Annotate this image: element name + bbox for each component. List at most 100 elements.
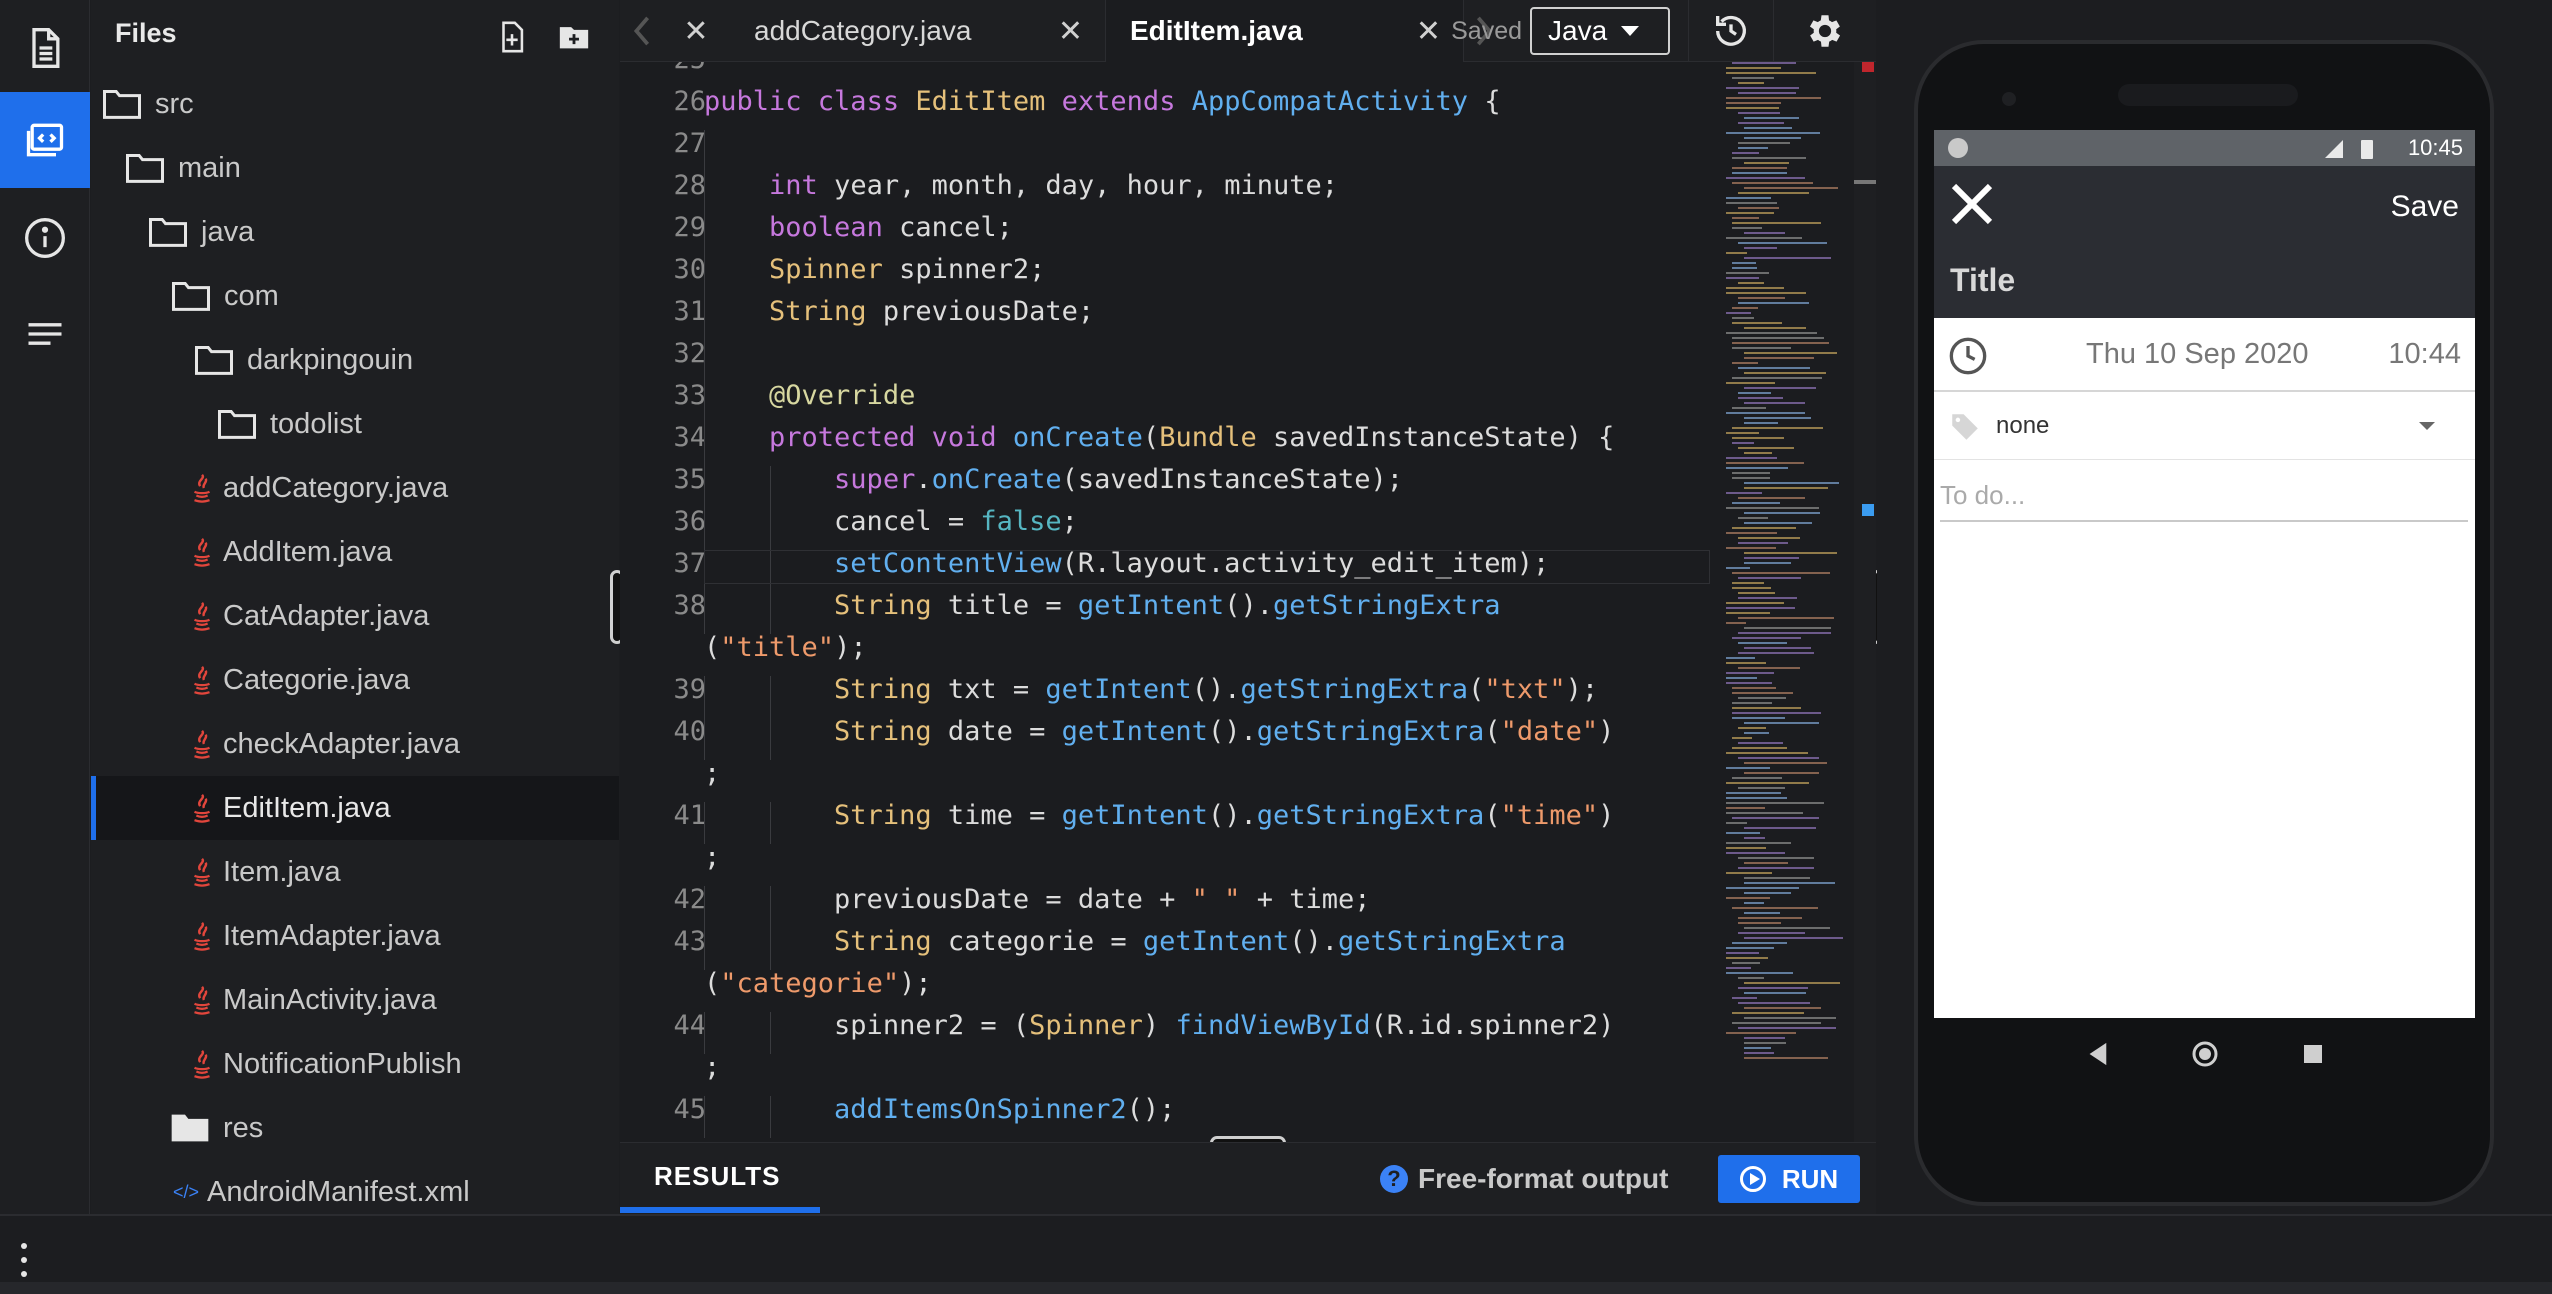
minimap-line xyxy=(1744,557,1799,559)
tree-item-darkpingouin[interactable]: darkpingouin xyxy=(91,328,619,392)
code-line[interactable] xyxy=(704,338,769,369)
tree-item-additem-java[interactable]: AddItem.java xyxy=(91,520,619,584)
code-token: ); xyxy=(1565,674,1599,705)
new-file-icon[interactable] xyxy=(495,20,529,54)
code-line[interactable]: ("title"); xyxy=(704,632,867,663)
settings-button[interactable] xyxy=(1774,0,1876,62)
tree-item-java[interactable]: java xyxy=(91,200,619,264)
more-options-icon[interactable] xyxy=(20,1240,28,1280)
code-line[interactable]: int year, month, day, hour, minute; xyxy=(704,170,1338,201)
code-line[interactable]: ; xyxy=(704,1052,720,1083)
code-line[interactable]: public class EditItem extends AppCompatA… xyxy=(704,86,1501,117)
language-select[interactable]: Java xyxy=(1530,7,1670,55)
code-token: ( xyxy=(704,632,721,663)
code-line[interactable]: Spinner spinner2; xyxy=(704,254,1045,285)
minimap-line xyxy=(1732,1012,1804,1014)
tab-addcategory[interactable]: addCategory.java ✕ xyxy=(728,0,1106,62)
vertical-scrollbar[interactable] xyxy=(1854,62,1876,1142)
code-line[interactable]: addItemsOnSpinner2(); xyxy=(704,1094,1175,1125)
code-token: extends xyxy=(1061,86,1192,117)
tree-item-edititem-java[interactable]: EditItem.java xyxy=(91,776,619,840)
scroll-thumb[interactable] xyxy=(1854,180,1876,184)
minimap[interactable] xyxy=(1720,62,1854,1142)
code-line[interactable]: previousDate = date + " " + time; xyxy=(704,884,1370,915)
date-row[interactable]: Thu 10 Sep 2020 10:44 xyxy=(1934,318,2475,392)
activity-outline[interactable] xyxy=(0,286,90,382)
date-value[interactable]: Thu 10 Sep 2020 xyxy=(2086,338,2309,371)
code-line[interactable]: String categorie = getIntent().getString… xyxy=(704,926,1566,957)
back-icon[interactable] xyxy=(2085,1041,2109,1067)
minimap-line xyxy=(1738,392,1771,394)
save-button[interactable]: Save xyxy=(2391,190,2459,224)
tree-item-mainactivity-java[interactable]: MainActivity.java xyxy=(91,968,619,1032)
recents-icon[interactable] xyxy=(2302,1043,2324,1065)
code-line[interactable]: protected void onCreate(Bundle savedInst… xyxy=(704,422,1614,453)
code-line[interactable]: String date = getIntent().getStringExtra… xyxy=(704,716,1614,747)
minimap-line xyxy=(1732,687,1776,689)
code-line[interactable]: boolean cancel; xyxy=(704,212,1013,243)
tree-item-catadapter-java[interactable]: CatAdapter.java xyxy=(91,584,619,648)
list-icon xyxy=(28,323,62,345)
run-button[interactable]: RUN xyxy=(1718,1155,1860,1203)
tree-item-checkadapter-java[interactable]: checkAdapter.java xyxy=(91,712,619,776)
tree-item-com[interactable]: com xyxy=(91,264,619,328)
explorer-header: Files xyxy=(91,0,619,72)
results-tab[interactable]: RESULTS xyxy=(654,1161,780,1192)
free-format-output-toggle[interactable]: ? Free-format output xyxy=(1380,1159,1668,1199)
code-token: protected xyxy=(769,422,932,453)
tree-item-res[interactable]: res xyxy=(91,1096,619,1160)
code-token: date = xyxy=(947,716,1062,747)
code-line[interactable]: spinner2 = (Spinner) findViewById(R.id.s… xyxy=(704,1010,1614,1041)
activity-code[interactable] xyxy=(0,92,90,188)
tree-item-label: MainActivity.java xyxy=(223,983,437,1016)
category-spinner[interactable]: none xyxy=(1934,392,2475,460)
code-line[interactable]: String previousDate; xyxy=(704,296,1094,327)
minimap-line xyxy=(1744,117,1799,119)
code-line[interactable]: super.onCreate(savedInstanceState); xyxy=(704,464,1403,495)
minimap-line xyxy=(1744,927,1830,929)
title-field[interactable]: Title xyxy=(1950,262,2015,299)
tree-item-item-java[interactable]: Item.java xyxy=(91,840,619,904)
tree-item-categorie-java[interactable]: Categorie.java xyxy=(91,648,619,712)
indent-guide xyxy=(704,340,705,382)
code-line[interactable]: ; xyxy=(704,758,720,789)
activity-files[interactable] xyxy=(0,0,90,96)
code-line[interactable] xyxy=(704,128,769,159)
tree-item-todolist[interactable]: todolist xyxy=(91,392,619,456)
code-line[interactable]: cancel = false; xyxy=(704,506,1078,537)
minimap-line xyxy=(1744,352,1837,354)
history-button[interactable] xyxy=(1689,0,1773,62)
tree-item-addcategory-java[interactable]: addCategory.java xyxy=(91,456,619,520)
tree-item-notificationpublish[interactable]: NotificationPublish xyxy=(91,1032,619,1096)
tree-item-main[interactable]: main xyxy=(91,136,619,200)
todo-input[interactable]: To do... xyxy=(1940,470,2468,522)
minimap-line xyxy=(1732,712,1821,714)
code-line[interactable]: String time = getIntent().getStringExtra… xyxy=(704,800,1614,831)
code-line[interactable]: String txt = getIntent().getStringExtra(… xyxy=(704,674,1598,705)
tree-item-label: addCategory.java xyxy=(223,471,449,504)
code-line[interactable]: ("categorie"); xyxy=(704,968,932,999)
home-icon[interactable] xyxy=(2190,1039,2220,1069)
code-token: boolean xyxy=(769,212,900,243)
code-token: year, month, day, hour, minute; xyxy=(834,170,1338,201)
tree-item-itemadapter-java[interactable]: ItemAdapter.java xyxy=(91,904,619,968)
tree-item-androidmanifest-xml[interactable]: </> AndroidManifest.xml xyxy=(91,1160,619,1214)
close-all-button[interactable]: ✕ xyxy=(664,0,728,62)
tabs-scroll-left[interactable] xyxy=(620,0,664,62)
code-line[interactable]: String title = getIntent().getStringExtr… xyxy=(704,590,1501,621)
code-line[interactable]: @Override xyxy=(704,380,915,411)
code-token: ( xyxy=(1484,800,1501,831)
tab-edititem[interactable]: EditItem.java ✕ xyxy=(1106,0,1464,62)
minimap-line xyxy=(1738,932,1805,934)
time-value[interactable]: 10:44 xyxy=(2388,338,2461,371)
code-line[interactable]: ; xyxy=(704,842,720,873)
activity-info[interactable] xyxy=(0,190,90,286)
minimap-line xyxy=(1738,742,1783,744)
close-tab-icon[interactable]: ✕ xyxy=(1058,14,1083,49)
tree-item-src[interactable]: src xyxy=(91,72,619,136)
code-token: EditItem xyxy=(915,86,1062,117)
new-folder-icon[interactable] xyxy=(557,20,591,54)
close-icon[interactable] xyxy=(1948,180,1996,228)
minimap-line xyxy=(1726,177,1805,179)
code-area[interactable]: 25 26public class EditItem extends AppCom… xyxy=(620,62,1720,1142)
